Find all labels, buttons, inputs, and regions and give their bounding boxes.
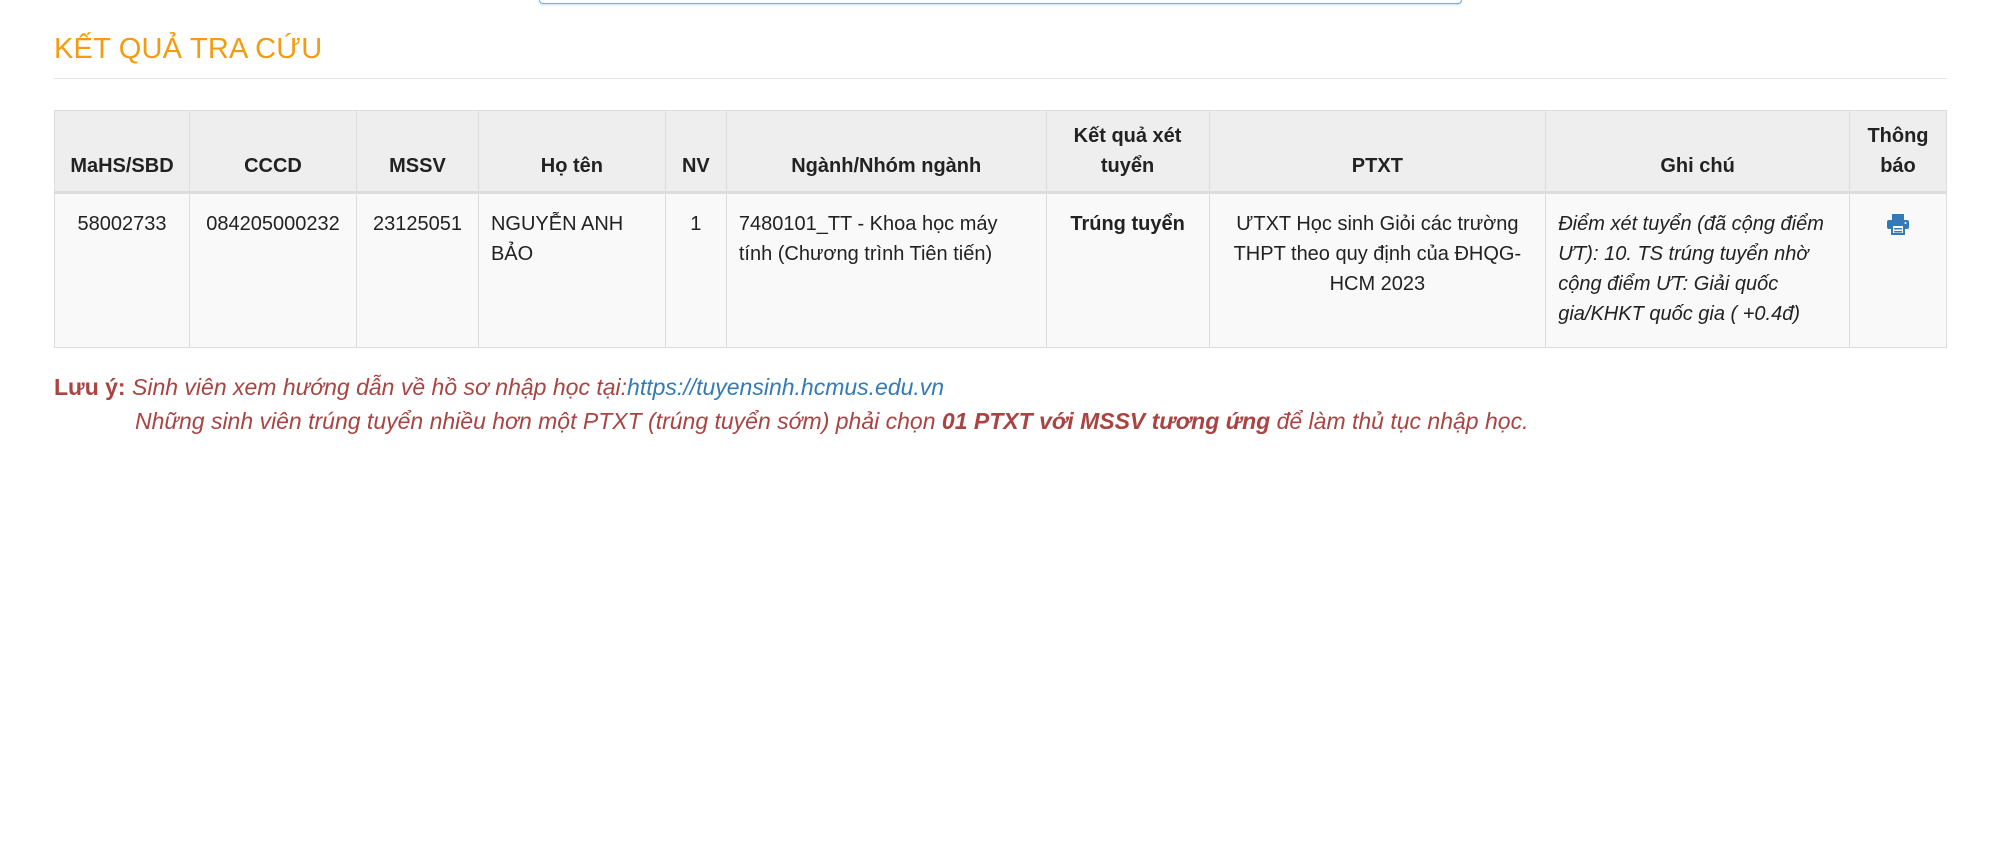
page-title: KẾT QUẢ TRA CỨU	[54, 33, 323, 65]
notice-label: Lưu ý:	[54, 374, 126, 400]
header-hoten: Họ tên	[477, 110, 666, 194]
cell-mahs: 58002733	[54, 192, 190, 348]
cell-nv: 1	[664, 192, 727, 348]
print-icon[interactable]	[1886, 213, 1910, 235]
notice-line2: Những sinh viên trúng tuyển nhiều hơn mộ…	[54, 404, 1528, 438]
header-thongbao: Thông báo	[1848, 110, 1948, 194]
notice-line2-suffix: để làm thủ tục nhập học.	[1270, 408, 1529, 434]
header-ketqua: Kết quả xét tuyển	[1045, 110, 1210, 194]
results-table: MaHS/SBD CCCD MSSV Họ tên NV Ngành/Nhóm …	[54, 110, 1948, 348]
header-ghichu: Ghi chú	[1545, 110, 1850, 194]
table-row: 58002733 084205000232 23125051 NGUYỄN AN…	[54, 192, 1948, 348]
search-input-edge[interactable]	[539, 0, 1462, 4]
cell-ptxt: ƯTXT Học sinh Giỏi các trường THPT theo …	[1208, 192, 1547, 348]
notice-line2-prefix: Những sinh viên trúng tuyển nhiều hơn mộ…	[135, 408, 942, 434]
cell-ghichu: Điểm xét tuyển (đã cộng điểm ƯT): 10. TS…	[1545, 192, 1850, 348]
cell-ketqua: Trúng tuyển	[1045, 192, 1210, 348]
header-mssv: MSSV	[355, 110, 479, 194]
notice-line1-text: Sinh viên xem hướng dẫn về hồ sơ nhập họ…	[132, 374, 628, 400]
table-header-row: MaHS/SBD CCCD MSSV Họ tên NV Ngành/Nhóm …	[54, 110, 1948, 194]
title-divider	[54, 78, 1947, 79]
header-mahs: MaHS/SBD	[54, 110, 190, 194]
admission-link[interactable]: https://tuyensinh.hcmus.edu.vn	[627, 374, 944, 400]
header-cccd: CCCD	[188, 110, 357, 194]
notice: Lưu ý: Sinh viên xem hướng dẫn về hồ sơ …	[54, 370, 1528, 438]
cell-cccd: 084205000232	[188, 192, 357, 348]
header-nv: NV	[664, 110, 727, 194]
cell-thongbao	[1848, 192, 1948, 348]
notice-line2-emphasis: 01 PTXT với MSSV tương ứng	[941, 408, 1271, 434]
notice-line1: Sinh viên xem hướng dẫn về hồ sơ nhập họ…	[132, 374, 944, 400]
cell-hoten: NGUYỄN ANH BẢO	[477, 192, 666, 348]
header-nganh: Ngành/Nhóm ngành	[725, 110, 1047, 194]
cell-nganh: 7480101_TT - Khoa học máy tính (Chương t…	[725, 192, 1047, 348]
cell-mssv: 23125051	[355, 192, 479, 348]
header-ptxt: PTXT	[1208, 110, 1547, 194]
